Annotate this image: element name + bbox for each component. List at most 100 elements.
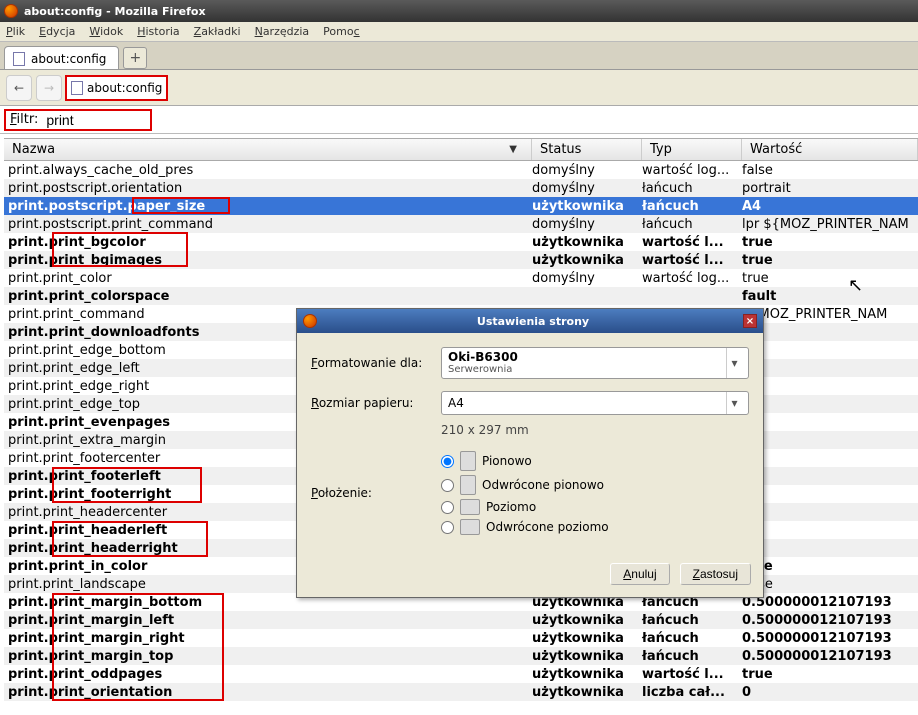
page-icon [13, 52, 25, 66]
page-icon [71, 81, 83, 95]
cell-name: print.print_margin_right [4, 631, 532, 646]
cell-status: domyślny [532, 181, 642, 196]
radio-rev-portrait[interactable]: Odwrócone pionowo [441, 475, 611, 495]
radio-landscape[interactable]: Poziomo [441, 499, 581, 515]
radio-portrait[interactable]: Pionowo [441, 451, 581, 471]
cell-type: wartość l... [642, 253, 742, 268]
new-tab-button[interactable]: + [123, 47, 147, 69]
cell-type: łańcuch [642, 649, 742, 664]
firefox-icon [4, 4, 18, 18]
menu-widok[interactable]: Widok [89, 25, 123, 38]
table-row[interactable]: print.print_oddpagesużytkownikawartość l… [4, 665, 918, 683]
cell-name: print.print_oddpages [4, 667, 532, 682]
cell-value: 0.500000012107193 [742, 631, 918, 646]
table-row[interactable]: print.print_colorspacefault [4, 287, 918, 305]
tab-bar: about:config + [0, 42, 918, 70]
cell-name: print.postscript.orientation [4, 181, 532, 196]
menu-bar: Plik Edycja Widok Historia Zakładki Narz… [0, 22, 918, 42]
cell-status: użytkownika [532, 649, 642, 664]
chevron-down-icon: ▾ [726, 348, 742, 378]
cell-value: true [742, 271, 918, 286]
cell-status: domyślny [532, 217, 642, 232]
radio-rev-landscape[interactable]: Odwrócone poziomo [441, 519, 611, 535]
cancel-button[interactable]: Anuluj [610, 563, 669, 585]
menu-narzedzia[interactable]: Narzędzia [255, 25, 310, 38]
paper-size-value: A4 [448, 396, 464, 410]
rev-landscape-icon [460, 519, 480, 535]
cell-value: true [742, 667, 918, 682]
cell-status: domyślny [532, 163, 642, 178]
close-icon[interactable]: × [743, 314, 757, 328]
chevron-down-icon: ▾ [726, 392, 742, 414]
cell-value: portrait [742, 181, 918, 196]
cell-status: domyślny [532, 271, 642, 286]
format-for-value: Oki-B6300 [448, 351, 518, 364]
cell-name: print.print_orientation [4, 685, 532, 700]
cell-type: wartość log... [642, 163, 742, 178]
cell-value: 0.500000012107193 [742, 649, 918, 664]
table-row[interactable]: print.postscript.orientationdomyślnyłańc… [4, 179, 918, 197]
cell-value: se [742, 325, 918, 340]
cell-name: print.print_margin_left [4, 613, 532, 628]
cell-value: true [742, 559, 918, 574]
col-type[interactable]: Typ [642, 139, 742, 160]
menu-edycja[interactable]: Edycja [39, 25, 75, 38]
cell-type: wartość l... [642, 235, 742, 250]
forward-button[interactable]: → [36, 75, 62, 101]
menu-pomoc[interactable]: Pomoc [323, 25, 359, 38]
cell-name: print.postscript.print_command [4, 217, 532, 232]
cell-type: łańcuch [642, 199, 742, 214]
firefox-icon [303, 314, 317, 328]
filter-input[interactable] [46, 112, 146, 128]
back-button[interactable]: ← [6, 75, 32, 101]
tab-label: about:config [31, 52, 106, 66]
table-row[interactable]: print.print_bgimagesużytkownikawartość l… [4, 251, 918, 269]
orientation-label: Położenie: [311, 486, 441, 500]
table-header: Nazwa▼ Status Typ Wartość [4, 139, 918, 161]
apply-button[interactable]: Zastosuj [680, 563, 751, 585]
cell-value: false [742, 577, 918, 592]
cell-value: fault [742, 289, 918, 304]
cell-status: użytkownika [532, 253, 642, 268]
table-row[interactable]: print.print_colordomyślnywartość log...t… [4, 269, 918, 287]
page-setup-dialog: Ustawienia strony × Formatowanie dla: Ok… [296, 308, 764, 598]
cell-value: 0 [742, 685, 918, 700]
cell-name: print.print_bgcolor [4, 235, 532, 250]
table-row[interactable]: print.print_margin_leftużytkownikałańcuc… [4, 611, 918, 629]
cell-value: e [742, 415, 918, 430]
cell-status: użytkownika [532, 667, 642, 682]
cell-type: łańcuch [642, 217, 742, 232]
cell-status: użytkownika [532, 631, 642, 646]
tab-aboutconfig[interactable]: about:config [4, 46, 119, 69]
format-for-sub: Serwerownia [448, 364, 518, 375]
table-row[interactable]: print.postscript.paper_sizeużytkownikała… [4, 197, 918, 215]
cell-type: wartość log... [642, 271, 742, 286]
cell-type: wartość l... [642, 667, 742, 682]
paper-size-combo[interactable]: A4 ▾ [441, 391, 749, 415]
cell-value: lpr ${MOZ_PRINTER_NAM [742, 217, 918, 232]
table-row[interactable]: print.print_bgcolorużytkownikawartość l.… [4, 233, 918, 251]
menu-plik[interactable]: Plik [6, 25, 25, 38]
table-row[interactable]: print.postscript.print_commanddomyślnyła… [4, 215, 918, 233]
format-for-combo[interactable]: Oki-B6300 Serwerownia ▾ [441, 347, 749, 379]
url-box[interactable]: about:config [66, 76, 167, 100]
table-row[interactable]: print.print_orientationużytkownikaliczba… [4, 683, 918, 701]
nav-toolbar: ← → about:config [0, 70, 918, 106]
menu-historia[interactable]: Historia [137, 25, 179, 38]
cell-name: print.postscript.paper_size [4, 199, 532, 214]
cell-value: 0.500000012107193 [742, 595, 918, 610]
cell-type: łańcuch [642, 613, 742, 628]
cell-value: true [742, 235, 918, 250]
col-name[interactable]: Nazwa▼ [4, 139, 532, 160]
table-row[interactable]: print.always_cache_old_presdomyślnywarto… [4, 161, 918, 179]
cell-status: użytkownika [532, 235, 642, 250]
dialog-titlebar[interactable]: Ustawienia strony × [297, 309, 763, 333]
table-row[interactable]: print.print_margin_rightużytkownikałańcu… [4, 629, 918, 647]
window-titlebar: about:config - Mozilla Firefox [0, 0, 918, 22]
cell-status: użytkownika [532, 685, 642, 700]
col-value[interactable]: Wartość [742, 139, 918, 160]
menu-zakladki[interactable]: Zakładki [194, 25, 241, 38]
col-status[interactable]: Status [532, 139, 642, 160]
cell-value: A4 [742, 199, 918, 214]
table-row[interactable]: print.print_margin_topużytkownikałańcuch… [4, 647, 918, 665]
